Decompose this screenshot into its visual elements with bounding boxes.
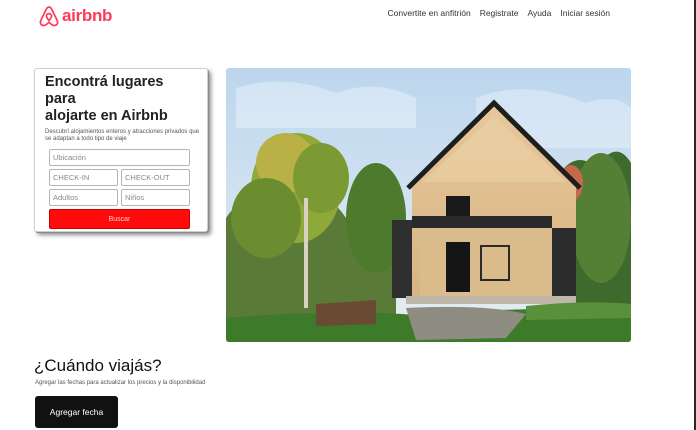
- guests-row: [49, 189, 190, 206]
- adults-input[interactable]: [49, 189, 118, 206]
- children-input[interactable]: [121, 189, 190, 206]
- search-card-description: Descubrí alojamientos enteros y atraccio…: [45, 129, 200, 142]
- hero-image: [226, 68, 631, 342]
- search-card: Encontrá lugares para alojarte en Airbnb…: [34, 68, 208, 232]
- when-subtitle: Agregar las fechas para actualizar los p…: [35, 380, 206, 386]
- search-card-title: Encontrá lugares para alojarte en Airbnb: [45, 74, 197, 125]
- nav-link-host[interactable]: Convertite en anfitrión: [388, 8, 471, 18]
- nav-link-login[interactable]: Iniciar sesión: [560, 8, 610, 18]
- nav-link-help[interactable]: Ayuda: [527, 8, 551, 18]
- airbnb-logo[interactable]: airbnb: [38, 4, 112, 28]
- add-date-button[interactable]: Agregar fecha: [35, 396, 118, 428]
- nav-link-signup[interactable]: Registrate: [480, 8, 519, 18]
- dates-row: [49, 169, 190, 186]
- top-navigation-bar: airbnb Convertite en anfitrión Registrat…: [0, 0, 696, 34]
- search-title-line2: alojarte en Airbnb: [45, 108, 168, 124]
- search-button[interactable]: Buscar: [49, 209, 190, 229]
- search-title-line1: Encontrá lugares para: [45, 74, 164, 107]
- airbnb-belo-icon: [39, 6, 59, 27]
- header-nav: Convertite en anfitrión Registrate Ayuda…: [388, 8, 610, 18]
- cabin-photo: [226, 68, 631, 342]
- checkin-input[interactable]: [49, 169, 118, 186]
- when-title: ¿Cuándo viajás?: [34, 356, 162, 375]
- brand-name: airbnb: [62, 6, 113, 25]
- checkout-input[interactable]: [121, 169, 190, 186]
- location-input[interactable]: [49, 149, 190, 166]
